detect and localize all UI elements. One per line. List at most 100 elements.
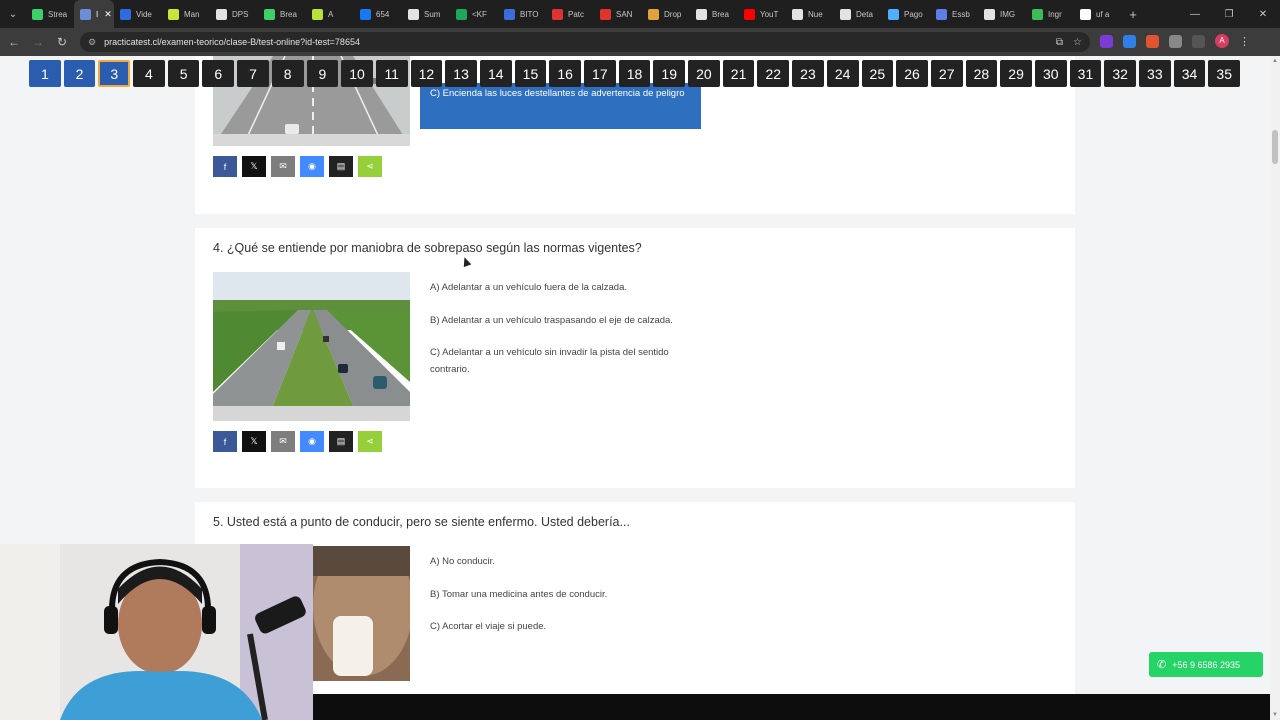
share-icon[interactable]: ⋖ bbox=[358, 431, 382, 452]
print-icon[interactable]: ▤ bbox=[329, 156, 353, 177]
browser-tab[interactable]: Pago bbox=[882, 0, 930, 28]
question-nav-button[interactable]: 15 bbox=[514, 60, 547, 87]
question-nav-button[interactable]: 28 bbox=[965, 60, 998, 87]
page-scrollbar[interactable]: ▲ ▼ bbox=[1270, 56, 1280, 720]
browser-tab[interactable]: Ingr bbox=[1026, 0, 1074, 28]
close-icon[interactable]: ✕ bbox=[1246, 9, 1280, 20]
email-icon[interactable]: ✉ bbox=[271, 431, 295, 452]
browser-tab[interactable]: Man bbox=[162, 0, 210, 28]
question-5-option-b[interactable]: B) Tomar una medicina antes de conducir. bbox=[430, 586, 700, 603]
reload-icon[interactable]: ↻ bbox=[50, 35, 74, 49]
question-nav-button[interactable]: 6 bbox=[202, 60, 235, 87]
question-nav-button[interactable]: 26 bbox=[896, 60, 928, 87]
address-bar[interactable]: ⚙ practicatest.cl/examen-teorico/clase-B… bbox=[80, 32, 1090, 52]
browser-tab[interactable]: Strea bbox=[26, 0, 74, 28]
print-icon[interactable]: ▤ bbox=[329, 431, 353, 452]
browser-tab[interactable]: BITO bbox=[498, 0, 546, 28]
browser-tab[interactable]: Nue bbox=[786, 0, 834, 28]
question-nav-button[interactable]: 25 bbox=[861, 60, 894, 87]
question-nav-button[interactable]: 30 bbox=[1034, 60, 1067, 87]
browser-tab[interactable]: SAN bbox=[594, 0, 642, 28]
site-info-icon[interactable]: ⚙ bbox=[88, 37, 96, 48]
question-nav-button[interactable]: 9 bbox=[306, 60, 339, 87]
tab-close-icon[interactable]: ✕ bbox=[104, 9, 112, 20]
bookmark-star-icon[interactable]: ☆ bbox=[1073, 37, 1082, 48]
question-nav-button[interactable]: 12 bbox=[410, 60, 443, 87]
browser-tab[interactable]: DPS bbox=[210, 0, 258, 28]
restore-icon[interactable]: ❐ bbox=[1212, 9, 1246, 20]
question-3-selected-option[interactable]: C) Encienda las luces destellantes de ad… bbox=[420, 83, 701, 129]
question-nav-button[interactable]: 24 bbox=[826, 60, 859, 87]
question-nav-button[interactable]: 13 bbox=[445, 60, 477, 87]
facebook-icon[interactable]: f bbox=[213, 431, 237, 452]
browser-tab[interactable]: Drop bbox=[642, 0, 690, 28]
install-app-icon[interactable]: ⧉ bbox=[1056, 37, 1063, 48]
facebook-icon[interactable]: f bbox=[213, 156, 237, 177]
browser-tab[interactable]: I ✕ bbox=[74, 0, 114, 28]
share-icon[interactable]: ⋖ bbox=[358, 156, 382, 177]
browser-tab[interactable]: Essb bbox=[930, 0, 978, 28]
browser-tab[interactable]: Vide bbox=[114, 0, 162, 28]
question-nav-button[interactable]: 32 bbox=[1104, 60, 1136, 87]
question-nav-button[interactable]: 20 bbox=[688, 60, 720, 87]
question-4-option-c[interactable]: C) Adelantar a un vehículo sin invadir l… bbox=[430, 344, 700, 378]
browser-tab[interactable]: <KF bbox=[450, 0, 498, 28]
question-nav-button[interactable]: 8 bbox=[271, 60, 304, 87]
question-nav-button[interactable]: 27 bbox=[930, 60, 963, 87]
question-nav-button[interactable]: 14 bbox=[479, 60, 512, 87]
question-nav-button[interactable]: 35 bbox=[1208, 60, 1241, 87]
extension-icon[interactable] bbox=[1100, 34, 1113, 48]
question-nav-button[interactable]: 10 bbox=[341, 60, 373, 87]
question-nav-button[interactable]: 29 bbox=[1000, 60, 1032, 87]
forward-icon[interactable]: → bbox=[26, 35, 50, 49]
menu-kebab-icon[interactable]: ⋮ bbox=[1239, 35, 1250, 48]
browser-tab[interactable]: YouT bbox=[738, 0, 786, 28]
question-nav-button[interactable]: 31 bbox=[1069, 60, 1102, 87]
extension-icon[interactable] bbox=[1146, 34, 1159, 48]
x-icon[interactable]: 𝕏 bbox=[242, 156, 266, 177]
media-control-icon[interactable] bbox=[1192, 34, 1205, 48]
question-nav-button[interactable]: 3 bbox=[98, 60, 131, 87]
minimize-icon[interactable]: — bbox=[1178, 9, 1212, 20]
browser-tab[interactable]: uf a bbox=[1074, 0, 1122, 28]
messenger-icon[interactable]: ◉ bbox=[300, 156, 324, 177]
question-nav-button[interactable]: 34 bbox=[1173, 60, 1206, 87]
back-icon[interactable]: ← bbox=[2, 35, 26, 49]
scrollbar-thumb[interactable] bbox=[1272, 130, 1278, 164]
browser-tab[interactable]: IMG bbox=[978, 0, 1026, 28]
browser-tab[interactable]: Deta bbox=[834, 0, 882, 28]
question-nav-button[interactable]: 1 bbox=[29, 60, 61, 87]
question-nav-button[interactable]: 17 bbox=[584, 60, 616, 87]
scroll-up-icon[interactable]: ▲ bbox=[1272, 58, 1278, 64]
question-5-option-a[interactable]: A) No conducir. bbox=[430, 553, 700, 570]
question-nav-button[interactable]: 33 bbox=[1139, 60, 1171, 87]
puzzle-extensions-icon[interactable] bbox=[1169, 34, 1182, 48]
question-nav-button[interactable]: 18 bbox=[618, 60, 651, 87]
extension-icon[interactable] bbox=[1123, 34, 1136, 48]
question-4-option-b[interactable]: B) Adelantar a un vehículo traspasando e… bbox=[430, 312, 700, 329]
new-tab-button[interactable]: + bbox=[1122, 7, 1144, 22]
x-icon[interactable]: 𝕏 bbox=[242, 431, 266, 452]
question-nav-button[interactable]: 16 bbox=[549, 60, 581, 87]
browser-tab[interactable]: Sum bbox=[402, 0, 450, 28]
question-nav-button[interactable]: 19 bbox=[653, 60, 686, 87]
browser-tab[interactable]: Brea bbox=[258, 0, 306, 28]
profile-avatar[interactable]: A bbox=[1215, 34, 1229, 48]
question-nav-button[interactable]: 5 bbox=[167, 60, 200, 87]
question-nav-button[interactable]: 2 bbox=[63, 60, 96, 87]
browser-tab[interactable]: Patc bbox=[546, 0, 594, 28]
browser-tab[interactable]: Brea bbox=[690, 0, 738, 28]
question-nav-button[interactable]: 23 bbox=[792, 60, 824, 87]
scroll-down-icon[interactable]: ▼ bbox=[1272, 712, 1278, 718]
email-icon[interactable]: ✉ bbox=[271, 156, 295, 177]
question-nav-button[interactable]: 7 bbox=[237, 60, 269, 87]
browser-tab[interactable]: 654 bbox=[354, 0, 402, 28]
question-nav-button[interactable]: 21 bbox=[722, 60, 755, 87]
browser-tab[interactable]: A bbox=[306, 0, 354, 28]
question-nav-button[interactable]: 22 bbox=[757, 60, 790, 87]
tab-search-icon[interactable]: ⌄ bbox=[0, 0, 26, 28]
question-5-option-c[interactable]: C) Acortar el viaje si puede. bbox=[430, 618, 700, 635]
messenger-icon[interactable]: ◉ bbox=[300, 431, 324, 452]
question-nav-button[interactable]: 11 bbox=[375, 60, 408, 87]
question-4-option-a[interactable]: A) Adelantar a un vehículo fuera de la c… bbox=[430, 279, 700, 296]
